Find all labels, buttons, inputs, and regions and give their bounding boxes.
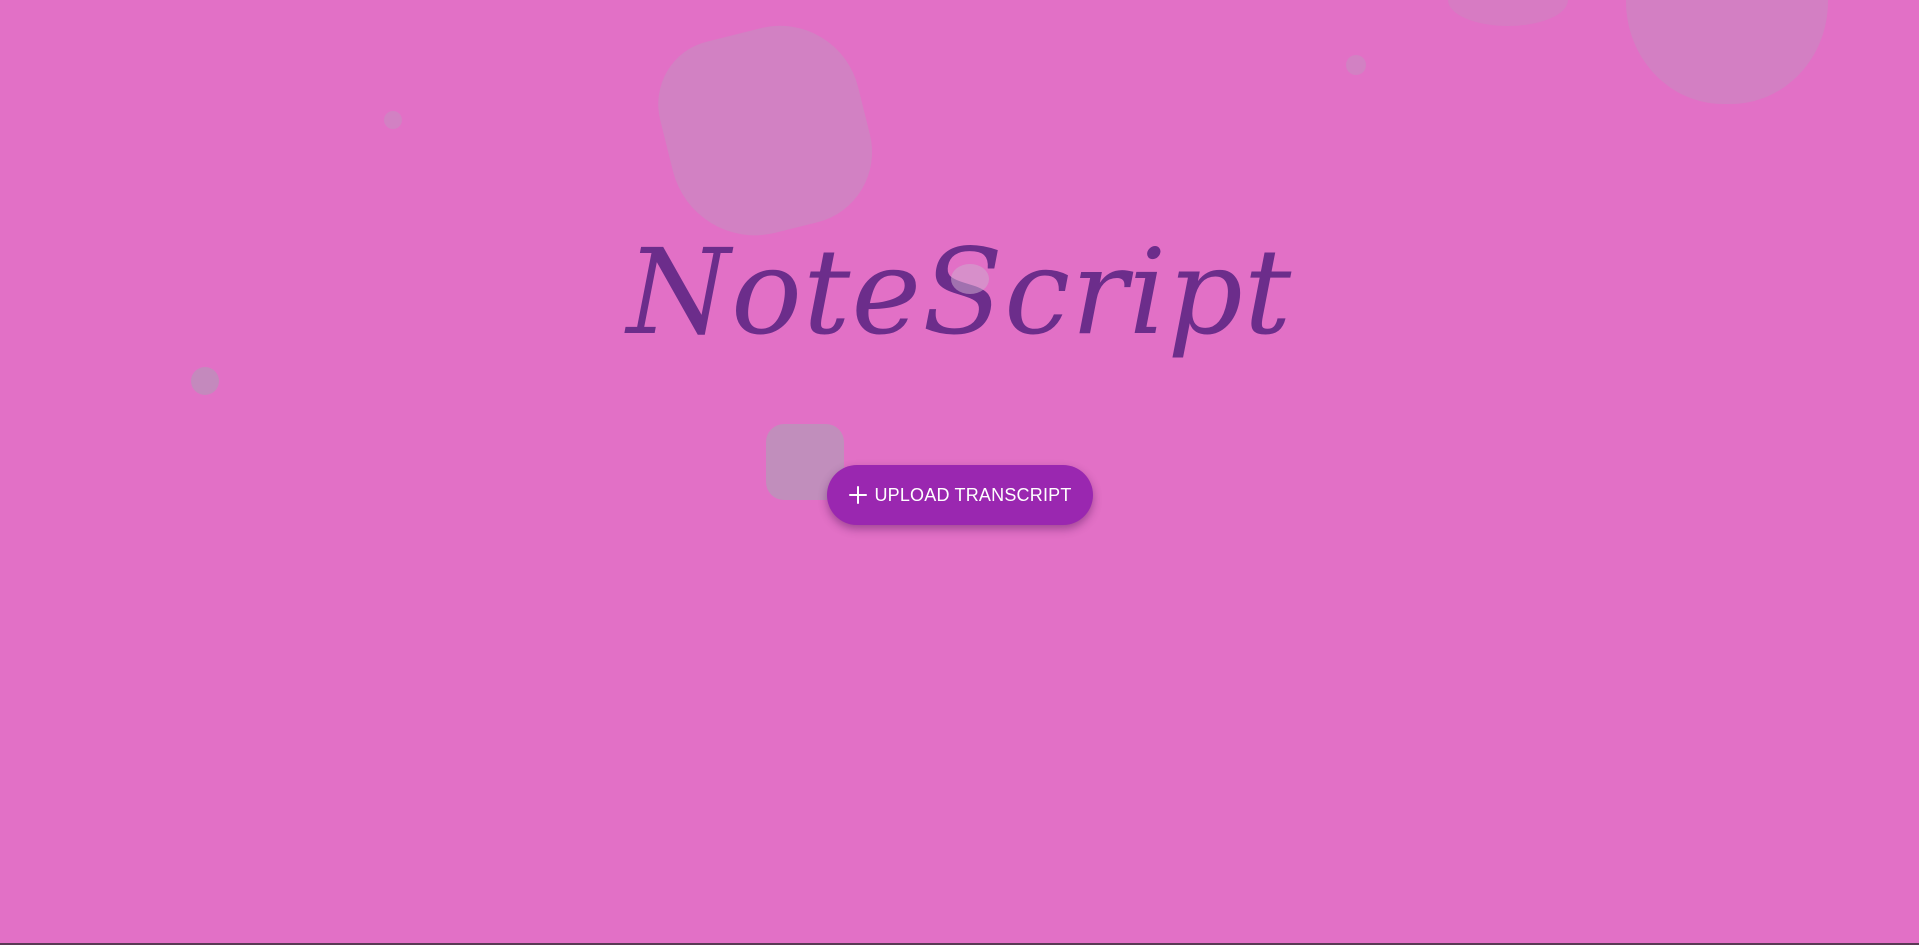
background-blob xyxy=(1346,55,1366,75)
background-blob xyxy=(644,8,888,254)
background-blob xyxy=(384,111,402,129)
background-blob xyxy=(1626,0,1828,104)
background-blob xyxy=(191,367,219,395)
background-blob xyxy=(1448,0,1568,26)
upload-transcript-label: UPLOAD TRANSCRIPT xyxy=(874,484,1072,505)
upload-transcript-button[interactable]: UPLOAD TRANSCRIPT xyxy=(827,465,1093,525)
app-title: NoteScript xyxy=(626,223,1293,361)
plus-icon xyxy=(848,485,868,505)
